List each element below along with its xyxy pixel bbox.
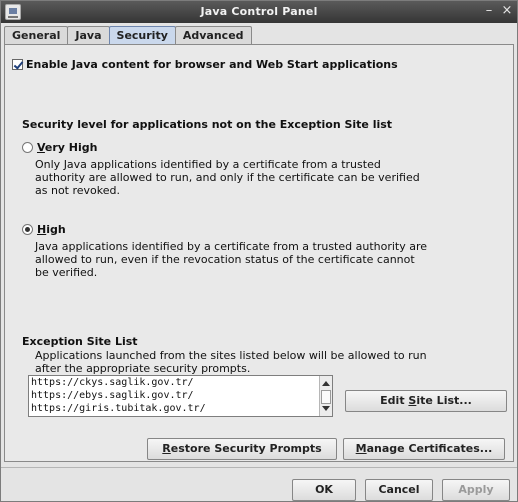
close-button[interactable]: × xyxy=(499,3,515,19)
edit-site-list-button[interactable]: Edit Site List... xyxy=(345,390,507,412)
exception-site-list[interactable]: https://ckys.saglik.gov.tr/ https://ebys… xyxy=(28,375,333,417)
exception-site-description: Applications launched from the sites lis… xyxy=(35,349,427,375)
exception-site-heading: Exception Site List xyxy=(22,335,138,348)
tab-bar: General Java Security Advanced xyxy=(4,26,252,45)
enable-java-label: Enable Java content for browser and Web … xyxy=(26,58,398,71)
tab-general[interactable]: General xyxy=(4,26,69,45)
list-item[interactable]: https://ckys.saglik.gov.tr/ xyxy=(29,376,332,389)
window-title: Java Control Panel xyxy=(200,5,318,18)
tab-advanced[interactable]: Advanced xyxy=(174,26,252,45)
security-level-heading: Security level for applications not on t… xyxy=(22,118,393,131)
high-label: High xyxy=(37,223,66,236)
restore-security-prompts-button[interactable]: Restore Security Prompts xyxy=(147,438,337,460)
security-tab-panel: Enable Java content for browser and Web … xyxy=(4,44,514,462)
very-high-description: Only Java applications identified by a c… xyxy=(35,158,420,197)
enable-java-checkbox[interactable] xyxy=(12,59,23,70)
footer-divider xyxy=(1,467,517,468)
very-high-label: Very High xyxy=(37,141,98,154)
scroll-thumb[interactable] xyxy=(321,390,331,404)
ok-button[interactable]: OK xyxy=(292,479,356,501)
apply-button[interactable]: Apply xyxy=(442,479,510,501)
scroll-down-arrow-icon[interactable] xyxy=(322,406,330,411)
very-high-radio[interactable] xyxy=(22,142,33,153)
enable-java-row[interactable]: Enable Java content for browser and Web … xyxy=(12,58,398,71)
high-description: Java applications identified by a certif… xyxy=(35,240,428,279)
cancel-button[interactable]: Cancel xyxy=(365,479,433,501)
list-item[interactable]: https://ebys.saglik.gov.tr/ xyxy=(29,389,332,402)
scroll-up-arrow-icon[interactable] xyxy=(322,381,330,386)
list-item[interactable]: https://giris.tubitak.gov.tr/ xyxy=(29,402,332,415)
manage-certificates-button[interactable]: Manage Certificates... xyxy=(343,438,505,460)
very-high-option[interactable]: Very High xyxy=(22,141,98,154)
title-bar[interactable]: Java Control Panel – × xyxy=(1,1,517,23)
site-list-scrollbar[interactable] xyxy=(319,376,332,416)
tab-java[interactable]: Java xyxy=(67,26,110,45)
high-radio[interactable] xyxy=(22,224,33,235)
minimize-button[interactable]: – xyxy=(481,3,497,19)
java-control-panel-window: Java Control Panel – × General Java Secu… xyxy=(0,0,518,502)
high-option[interactable]: High xyxy=(22,223,66,236)
tab-security[interactable]: Security xyxy=(108,26,176,45)
